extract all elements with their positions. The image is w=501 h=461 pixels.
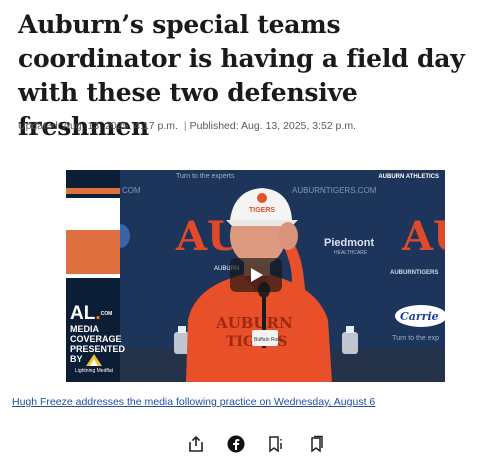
share-button[interactable] xyxy=(186,434,206,454)
video-caption-link[interactable]: Hugh Freeze addresses the media followin… xyxy=(12,396,375,408)
gift-article-icon xyxy=(269,436,282,453)
gift-article-button[interactable] xyxy=(266,434,286,454)
facebook-icon xyxy=(227,435,245,453)
published-timestamp: Published: Aug. 13, 2025, 3:52 p.m. xyxy=(189,120,356,132)
share-toolbar xyxy=(186,432,326,456)
timestamp-separator: | xyxy=(183,120,187,132)
play-icon xyxy=(251,268,263,282)
svg-text:Buffalo Rock: Buffalo Rock xyxy=(254,337,283,343)
svg-text:TIGERS: TIGERS xyxy=(249,207,275,214)
article-timestamps: Updated: Aug. 13, 2025, 4:17 p.m. | Publi… xyxy=(18,120,356,132)
svg-text:AUBURN: AUBURN xyxy=(215,314,293,332)
bookmark-icon xyxy=(311,435,323,453)
play-button[interactable] xyxy=(230,258,282,292)
updated-timestamp: Updated: Aug. 13, 2025, 4:17 p.m. xyxy=(18,120,178,132)
video-player[interactable]: AU AU AUBURN AUBURNTIGERS Piedmont HEALT… xyxy=(66,170,445,382)
share-icon xyxy=(189,435,203,452)
facebook-button[interactable] xyxy=(226,434,246,454)
bookmark-button[interactable] xyxy=(306,434,326,454)
